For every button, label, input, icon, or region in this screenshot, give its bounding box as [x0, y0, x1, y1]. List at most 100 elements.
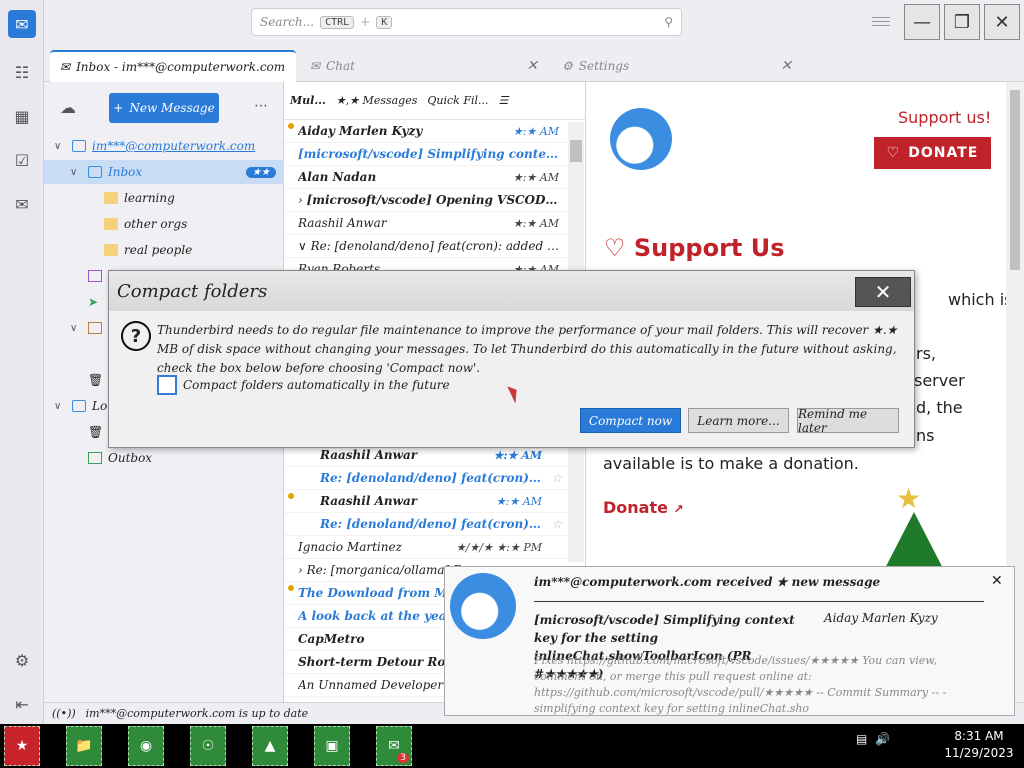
row-date: ★:★ AM: [512, 170, 559, 184]
close-tab-icon[interactable]: ✕: [780, 58, 792, 74]
folder-learning[interactable]: learning: [44, 186, 284, 210]
christmas-tree-icon[interactable]: ▲: [252, 726, 288, 766]
compact-auto-checkbox[interactable]: Compact folders automatically in the fut…: [157, 375, 450, 395]
folder-label: real people: [124, 243, 193, 257]
table-row[interactable]: ∨ Re: [denoland/deno] feat(cron): added …: [284, 235, 585, 258]
compact-folders-dialog: Compact folders ✕ ? Thunderbird needs to…: [108, 270, 915, 448]
more-options-icon[interactable]: ⋯: [254, 98, 268, 114]
chevron-down-icon[interactable]: ∨: [54, 401, 66, 412]
mail-icon[interactable]: ✉: [8, 10, 36, 38]
folder-real-people[interactable]: real people: [44, 238, 284, 262]
support-us-link[interactable]: Support us!: [898, 108, 991, 127]
dialog-title: Compact folders: [109, 271, 914, 311]
chat-icon[interactable]: ✉: [8, 190, 36, 218]
outbox-label: Outbox: [108, 451, 153, 465]
settings-gear-icon[interactable]: ⚙: [8, 646, 36, 674]
close-tab-icon[interactable]: ✕: [526, 58, 538, 74]
chevron-right-icon[interactable]: ›: [298, 563, 307, 577]
search-input[interactable]: Search... CTRL + K ⚲: [251, 8, 682, 36]
table-row[interactable]: Re: [denoland/deno] feat(cron): added...…: [284, 467, 568, 490]
compact-now-button[interactable]: Compact now: [580, 408, 681, 433]
multi-select-label[interactable]: Mul...: [290, 94, 326, 107]
start-button-icon[interactable]: ★: [4, 726, 40, 766]
collapse-icon[interactable]: ⇤: [8, 690, 36, 718]
file-manager-icon[interactable]: 📁: [66, 726, 102, 766]
table-row[interactable]: Raashil Anwar ★:★ AM: [284, 212, 585, 235]
new-mail-notification[interactable]: im***@computerwork.com received ★ new me…: [444, 566, 1015, 716]
tab-inbox[interactable]: ✉ Inbox - im***@computerwork.com: [50, 50, 296, 82]
chevron-down-icon[interactable]: ∨: [54, 141, 66, 152]
volume-icon[interactable]: 🔊: [875, 732, 890, 746]
table-row[interactable]: Re: [denoland/deno] feat(cron): added...…: [284, 513, 568, 536]
tab-chat-label: Chat: [326, 59, 355, 73]
table-row[interactable]: › [microsoft/vscode] Opening VSCODE... ☆: [284, 189, 585, 212]
chevron-down-icon[interactable]: ∨: [70, 167, 82, 178]
folder-account[interactable]: ∨ im***@computerwork.com: [44, 134, 284, 158]
tab-chat[interactable]: ✉ Chat ✕: [300, 50, 548, 82]
table-row[interactable]: Alan Nadan ★:★ AM: [284, 166, 585, 189]
body-text: available is to make a donation.: [603, 454, 859, 473]
checkbox[interactable]: [157, 375, 177, 395]
chat-tab-icon: ✉: [310, 59, 321, 73]
row-sender: Raashil Anwar: [320, 448, 418, 462]
thunderbird-icon[interactable]: ✉ 3: [376, 726, 412, 766]
folder-outbox[interactable]: Outbox: [44, 446, 284, 470]
support-heading-label: Support Us: [633, 234, 785, 262]
thunderbird-logo: [450, 573, 516, 639]
app-menu-icon[interactable]: [872, 14, 890, 28]
chevron-down-icon[interactable]: ∨: [298, 239, 311, 253]
new-message-button[interactable]: + New Message: [109, 93, 219, 123]
close-window-button[interactable]: ✕: [984, 4, 1020, 40]
notification-title: im***@computerwork.com received ★ new me…: [534, 575, 881, 589]
unread-dot: [288, 585, 294, 591]
address-book-icon[interactable]: ☷: [8, 58, 36, 86]
title-bar: Search... CTRL + K ⚲ — ❐ ✕: [0, 0, 1024, 44]
calendar-icon[interactable]: ▦: [8, 102, 36, 130]
table-row[interactable]: Ignacio Martinez ★/★/★ ★:★ PM: [284, 536, 568, 559]
local-folders-icon: [72, 400, 86, 412]
chrome-icon[interactable]: ☉: [190, 726, 226, 766]
plus-icon: +: [113, 101, 124, 115]
minimize-button[interactable]: —: [904, 4, 940, 40]
donate-button[interactable]: ♡ DONATE: [874, 137, 991, 169]
firefox-icon[interactable]: ◉: [128, 726, 164, 766]
unread-dot: [288, 493, 294, 499]
learn-more-button[interactable]: Learn more...: [688, 408, 789, 433]
divider: [534, 601, 984, 602]
table-row[interactable]: Raashil Anwar ★:★ AM: [284, 490, 568, 513]
drafts-icon: [88, 270, 102, 282]
photo-viewer-icon[interactable]: ▣: [314, 726, 350, 766]
star-icon: ★: [896, 482, 922, 515]
table-row[interactable]: Aiday Marlen Kyzy ★:★ AM: [284, 120, 585, 143]
star-icon[interactable]: ☆: [551, 471, 562, 485]
chevron-down-icon[interactable]: ∨: [70, 323, 82, 334]
row-date: ★:★ AM: [512, 124, 559, 138]
display-options-icon[interactable]: ☰: [499, 94, 509, 107]
dialog-close-button[interactable]: ✕: [855, 277, 911, 307]
search-icon[interactable]: ⚲: [664, 15, 673, 29]
row-subject: [microsoft/vscode] Simplifying context k…: [298, 147, 559, 161]
network-icon[interactable]: ▤: [856, 732, 867, 746]
donate-link-label: Donate: [603, 498, 668, 517]
chevron-right-icon[interactable]: ›: [298, 193, 307, 207]
get-messages-icon[interactable]: ☁: [60, 98, 76, 117]
row-sender: Alan Nadan: [298, 170, 377, 184]
quick-filter-button[interactable]: Quick Fil...: [427, 94, 488, 107]
remind-later-button[interactable]: Remind me later: [797, 407, 899, 435]
tab-settings[interactable]: ⚙ Settings ✕: [552, 50, 802, 82]
tasks-icon[interactable]: ☑: [8, 146, 36, 174]
clock[interactable]: 8:31 AM 11/29/2023: [944, 728, 1014, 762]
online-status-icon[interactable]: ((•)): [52, 707, 76, 720]
message-scrollbar-thumb[interactable]: [1010, 90, 1020, 270]
star-icon[interactable]: ☆: [551, 517, 562, 531]
thread-scrollbar-thumb[interactable]: [570, 140, 582, 162]
donate-link[interactable]: Donate ↗: [603, 498, 684, 517]
table-row[interactable]: [microsoft/vscode] Simplifying context k…: [284, 143, 585, 166]
notification-close-icon[interactable]: ✕: [991, 573, 1003, 589]
unread-dot: [288, 123, 294, 129]
folder-other-orgs[interactable]: other orgs: [44, 212, 284, 236]
clock-date: 11/29/2023: [944, 746, 1014, 760]
body-text: which is: [948, 290, 1013, 309]
restore-button[interactable]: ❐: [944, 4, 980, 40]
folder-inbox[interactable]: ∨ Inbox ★★: [44, 160, 284, 184]
